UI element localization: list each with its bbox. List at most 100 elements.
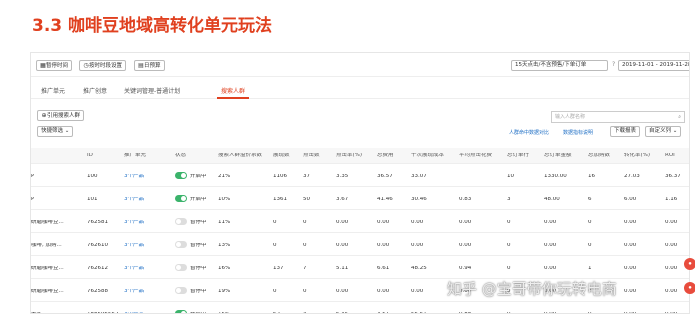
budget-button[interactable]: ▤日预算 (134, 60, 165, 71)
column-header[interactable]: 总费用 (377, 153, 394, 159)
table-cell: 0 (273, 243, 277, 248)
status-toggle[interactable] (175, 264, 187, 271)
tab-search-crowd[interactable]: 搜索人群 (221, 86, 245, 95)
download-report-button[interactable]: 下载报表 (610, 126, 641, 137)
status-toggle[interactable] (175, 287, 187, 294)
attribution-select[interactable]: 15天点击/不含预售/下单订单 (511, 60, 608, 71)
table-cell: 1361 (273, 197, 287, 202)
table-cell: 0.83 (459, 197, 472, 202)
tab-units[interactable]: 推广单元 (41, 86, 65, 95)
crowd-search-input[interactable]: 输入人群名称 ⌕ (551, 111, 685, 123)
unit-link[interactable]: 3个产品 (124, 174, 144, 180)
table-row[interactable]: 咖啡, 加购... 762610 3个产品 暂停中 13% 0 0 0.00 0.00 0.00 0… (31, 233, 689, 256)
premium-value: 19% (218, 289, 231, 294)
column-header[interactable]: ID (87, 153, 93, 159)
status-toggle[interactable] (175, 218, 187, 225)
premium-value: 10% (218, 197, 231, 202)
notification-bubble-icon[interactable]: ● (684, 282, 695, 294)
table-cell: 0.00 (336, 220, 349, 225)
data-explain-link[interactable]: 数据指标说明 (563, 129, 593, 136)
table-cell: 0.00 (411, 243, 424, 248)
table-cell: 0.00 (624, 243, 637, 248)
table-cell: 0 (303, 243, 307, 248)
column-header[interactable]: 状态 (175, 153, 186, 159)
table-cell: 0.00 (411, 289, 424, 294)
notification-bubble-icon[interactable]: ● (684, 258, 695, 270)
table-row[interactable]: 研磨咖啡豆... 762612 3个产品 暂停中 16% 137 7 5.11 6.61 48.2… (31, 256, 689, 279)
table-cell: 0 (273, 220, 277, 225)
column-header[interactable]: 展现数 (273, 153, 290, 159)
table-cell: 137 (273, 266, 284, 271)
crowd-name: P (31, 174, 35, 179)
status-text: 开启中 (190, 174, 207, 179)
table-row[interactable]: 研磨咖啡豆... 762581 3个产品 暂停中 11% 0 0 0.00 0.00 0.00 0.… (31, 210, 689, 233)
table-cell: 3.35 (336, 174, 349, 179)
row-id: 762581 (87, 220, 108, 225)
status-toggle[interactable] (175, 195, 187, 202)
table-cell: 0.00 (624, 266, 637, 271)
schedule-button[interactable]: ◷按时时段设置 (79, 60, 127, 71)
column-header[interactable]: ROI (665, 153, 675, 159)
table-cell: 0 (303, 220, 307, 225)
custom-columns-button[interactable]: 自定义列 ⌄ (645, 126, 682, 137)
table-cell: 0.00 (665, 266, 678, 271)
row-id: 762612 (87, 266, 108, 271)
status-toggle[interactable] (175, 310, 187, 313)
toggle-knob (176, 219, 181, 224)
table-row[interactable]: P 101 3个产品 开启中 10% 1361 50 3.67 41.46 30.46 0.83 3 4… (31, 187, 689, 210)
row-id: 101 (87, 197, 98, 202)
table-cell: 30.46 (411, 197, 427, 202)
unit-link[interactable]: 3个产品 (124, 243, 144, 249)
table-cell: 50 (303, 197, 310, 202)
toggle-knob (181, 196, 186, 201)
crowd-name: 研磨咖啡豆... (31, 220, 64, 225)
active-tab-indicator (217, 97, 249, 99)
unit-link[interactable]: 3个产品 (124, 197, 144, 203)
add-crowd-button[interactable]: ⊕引用搜索人群 (37, 110, 85, 121)
toggle-knob (176, 242, 181, 247)
column-header[interactable]: 推广单元 (124, 153, 146, 159)
unit-link[interactable]: 3个产品 (124, 220, 144, 226)
quick-filter-select[interactable]: 快捷筛选 ⌄ (37, 126, 74, 137)
column-header[interactable]: 搜索人群溢价系数 (218, 153, 262, 159)
tab-bar: 推广单元 推广创意 关键词管理-普通计划 搜索人群 (31, 79, 689, 99)
tab-creatives[interactable]: 推广创意 (83, 86, 107, 95)
column-header[interactable]: 点击率(%) (336, 153, 362, 159)
search-icon: ⌕ (678, 114, 681, 120)
status-toggle[interactable] (175, 172, 187, 179)
column-header[interactable]: 总加购数 (588, 153, 610, 159)
row-id: 762610 (87, 243, 108, 248)
crowd-compare-link[interactable]: 人群命中数据对比 (509, 129, 549, 136)
table-cell: 0 (588, 220, 592, 225)
column-header[interactable]: 平均点击花费 (459, 153, 492, 159)
column-header[interactable]: 总订单行 (507, 153, 529, 159)
help-icon[interactable]: ? (612, 61, 615, 68)
table-row[interactable]: 老客1885965623个产品开启中15%6246.453.5156.610.8… (31, 302, 689, 313)
column-header[interactable]: 点击数 (303, 153, 320, 159)
column-header[interactable]: 转化率(%) (624, 153, 650, 159)
column-header[interactable]: 千次展现成本 (411, 153, 444, 159)
table-row[interactable]: P 100 3个产品 开启中 21% 1106 37 3.35 36.57 33.07 10 1330… (31, 164, 689, 187)
table-header: ID 推广单元 状态 搜索人群溢价系数 展现数 点击数 点击率(%) 总费用 千次展现成本 平均点… (31, 148, 689, 164)
watermark: 知乎 @宝哥带你玩转电商 (447, 280, 617, 298)
table-cell: 3.67 (336, 197, 349, 202)
date-range-picker[interactable]: 2019-11-01 - 2019-11-28 (618, 60, 689, 71)
column-header[interactable]: 总订单金额 (544, 153, 572, 159)
table-cell: 0.00 (544, 243, 557, 248)
status-toggle[interactable] (175, 241, 187, 248)
tab-keywords[interactable]: 关键词管理-普通计划 (124, 86, 180, 95)
unit-link[interactable]: 3个产品 (124, 289, 144, 295)
table-cell: 0.00 (665, 243, 678, 248)
unit-link[interactable]: 3个产品 (124, 266, 144, 272)
table-cell: 1106 (273, 174, 287, 179)
table-cell: 0 (507, 243, 511, 248)
table-cell: 0.00 (624, 289, 637, 294)
pause-time-button[interactable]: ▦暂停时间 (36, 60, 73, 71)
table-cell: 0.00 (336, 243, 349, 248)
status-text: 暂停中 (190, 266, 207, 271)
table-cell: 27.03 (624, 174, 640, 179)
status-text: 开启中 (190, 197, 207, 202)
status-text: 暂停中 (190, 243, 207, 248)
row-id: 100 (87, 174, 98, 179)
table-cell: 0.00 (624, 220, 637, 225)
